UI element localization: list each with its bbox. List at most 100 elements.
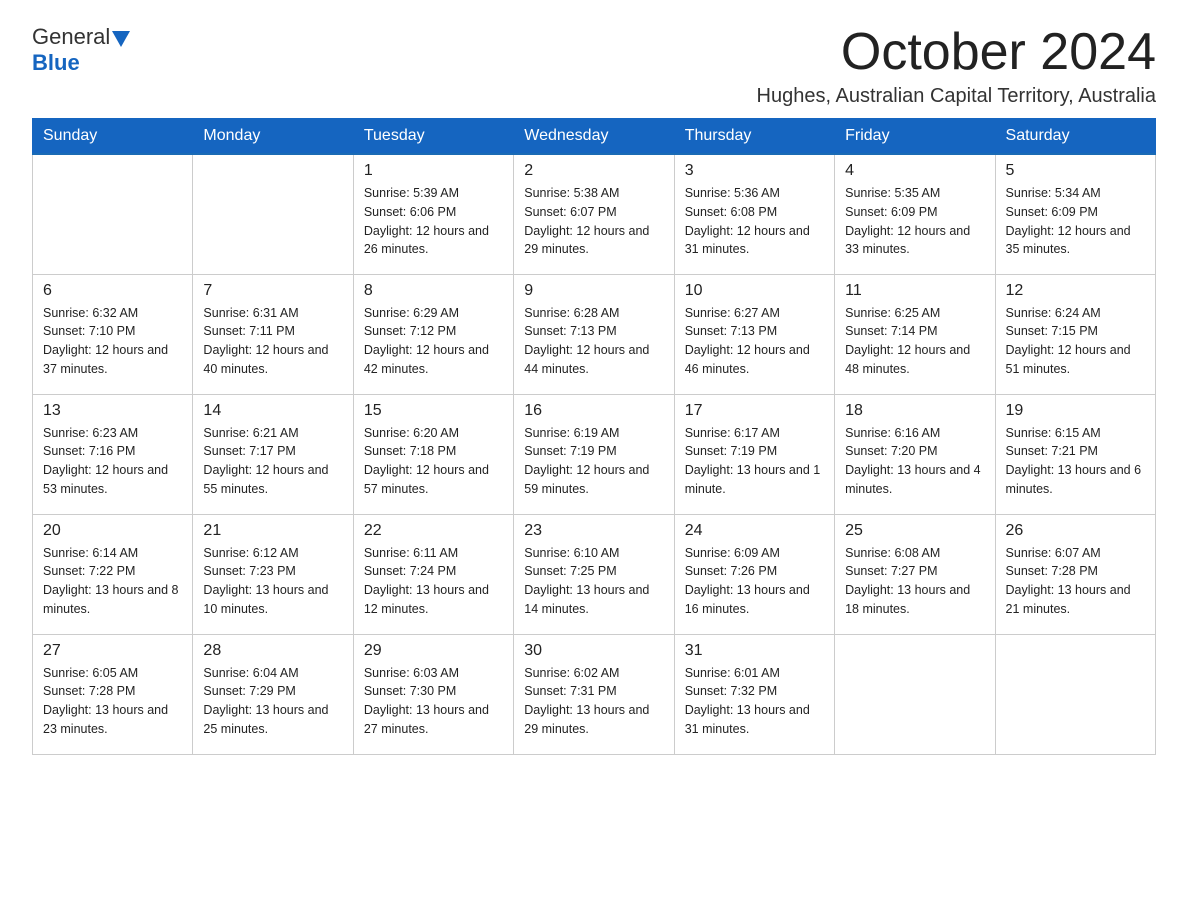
day-number: 15 <box>364 402 503 420</box>
calendar-cell: 23 Sunrise: 6:10 AM Sunset: 7:25 PM Dayli… <box>514 514 674 634</box>
header-friday: Friday <box>835 119 995 155</box>
day-number: 2 <box>524 162 663 180</box>
calendar-table: SundayMondayTuesdayWednesdayThursdayFrid… <box>32 118 1156 755</box>
day-number: 20 <box>43 522 182 540</box>
calendar-cell: 24Sunrise: 6:09 AM Sunset: 7:26 PM Dayli… <box>674 514 834 634</box>
day-number: 24 <box>685 522 824 540</box>
calendar-cell: 30 Sunrise: 6:02 AM Sunset: 7:31 PM Dayli… <box>514 634 674 754</box>
day-info: Sunrise: 6:29 AM Sunset: 7:12 PM Dayligh… <box>364 304 503 379</box>
calendar-cell <box>193 154 353 274</box>
day-number: 23 <box>524 522 663 540</box>
day-info: Sunrise: 6:19 AM Sunset: 7:19 PM Dayligh… <box>524 424 663 499</box>
logo: General Blue <box>32 24 130 76</box>
day-number: 6 <box>43 282 182 300</box>
calendar-cell <box>33 154 193 274</box>
location-title: Hughes, Australian Capital Territory, Au… <box>757 85 1156 108</box>
day-number: 11 <box>845 282 984 300</box>
day-number: 16 <box>524 402 663 420</box>
logo-general-text: General <box>32 24 110 50</box>
day-info: Sunrise: 6:20 AM Sunset: 7:18 PM Dayligh… <box>364 424 503 499</box>
day-number: 18 <box>845 402 984 420</box>
calendar-cell <box>835 634 995 754</box>
calendar-cell: 29Sunrise: 6:03 AM Sunset: 7:30 PM Dayli… <box>353 634 513 754</box>
page-header: General Blue October 2024 Hughes, Austra… <box>32 24 1156 108</box>
calendar-cell: 13Sunrise: 6:23 AM Sunset: 7:16 PM Dayli… <box>33 394 193 514</box>
day-number: 4 <box>845 162 984 180</box>
day-info: Sunrise: 6:31 AM Sunset: 7:11 PM Dayligh… <box>203 304 342 379</box>
day-info: Sunrise: 6:11 AM Sunset: 7:24 PM Dayligh… <box>364 544 503 619</box>
day-number: 8 <box>364 282 503 300</box>
calendar-cell: 5Sunrise: 5:34 AM Sunset: 6:09 PM Daylig… <box>995 154 1155 274</box>
day-info: Sunrise: 6:01 AM Sunset: 7:32 PM Dayligh… <box>685 664 824 739</box>
day-info: Sunrise: 6:05 AM Sunset: 7:28 PM Dayligh… <box>43 664 182 739</box>
day-number: 14 <box>203 402 342 420</box>
calendar-cell: 12 Sunrise: 6:24 AM Sunset: 7:15 PM Dayli… <box>995 274 1155 394</box>
day-number: 1 <box>364 162 503 180</box>
day-info: Sunrise: 6:08 AM Sunset: 7:27 PM Dayligh… <box>845 544 984 619</box>
calendar-week-row: 1Sunrise: 5:39 AM Sunset: 6:06 PM Daylig… <box>33 154 1156 274</box>
calendar-cell: 11Sunrise: 6:25 AM Sunset: 7:14 PM Dayli… <box>835 274 995 394</box>
calendar-week-row: 27 Sunrise: 6:05 AM Sunset: 7:28 PM Dayli… <box>33 634 1156 754</box>
day-number: 30 <box>524 642 663 660</box>
day-number: 10 <box>685 282 824 300</box>
day-info: Sunrise: 6:02 AM Sunset: 7:31 PM Dayligh… <box>524 664 663 739</box>
day-number: 28 <box>203 642 342 660</box>
month-title: October 2024 <box>757 24 1156 81</box>
day-number: 22 <box>364 522 503 540</box>
header-saturday: Saturday <box>995 119 1155 155</box>
calendar-cell <box>995 634 1155 754</box>
day-info: Sunrise: 6:32 AM Sunset: 7:10 PM Dayligh… <box>43 304 182 379</box>
day-number: 31 <box>685 642 824 660</box>
calendar-cell: 16 Sunrise: 6:19 AM Sunset: 7:19 PM Dayli… <box>514 394 674 514</box>
day-number: 13 <box>43 402 182 420</box>
day-number: 17 <box>685 402 824 420</box>
calendar-cell: 9Sunrise: 6:28 AM Sunset: 7:13 PM Daylig… <box>514 274 674 394</box>
day-number: 25 <box>845 522 984 540</box>
day-info: Sunrise: 5:35 AM Sunset: 6:09 PM Dayligh… <box>845 184 984 259</box>
day-info: Sunrise: 6:07 AM Sunset: 7:28 PM Dayligh… <box>1006 544 1145 619</box>
header-monday: Monday <box>193 119 353 155</box>
calendar-cell: 21Sunrise: 6:12 AM Sunset: 7:23 PM Dayli… <box>193 514 353 634</box>
day-info: Sunrise: 6:12 AM Sunset: 7:23 PM Dayligh… <box>203 544 342 619</box>
day-number: 29 <box>364 642 503 660</box>
calendar-cell: 28 Sunrise: 6:04 AM Sunset: 7:29 PM Dayli… <box>193 634 353 754</box>
day-info: Sunrise: 6:24 AM Sunset: 7:15 PM Dayligh… <box>1006 304 1145 379</box>
day-info: Sunrise: 6:10 AM Sunset: 7:25 PM Dayligh… <box>524 544 663 619</box>
day-number: 12 <box>1006 282 1145 300</box>
calendar-cell: 4 Sunrise: 5:35 AM Sunset: 6:09 PM Daylig… <box>835 154 995 274</box>
day-info: Sunrise: 6:28 AM Sunset: 7:13 PM Dayligh… <box>524 304 663 379</box>
calendar-cell: 3 Sunrise: 5:36 AM Sunset: 6:08 PM Daylig… <box>674 154 834 274</box>
logo-blue-text: Blue <box>32 50 80 75</box>
day-info: Sunrise: 6:17 AM Sunset: 7:19 PM Dayligh… <box>685 424 824 499</box>
calendar-cell: 22 Sunrise: 6:11 AM Sunset: 7:24 PM Dayli… <box>353 514 513 634</box>
day-info: Sunrise: 5:36 AM Sunset: 6:08 PM Dayligh… <box>685 184 824 259</box>
calendar-cell: 18 Sunrise: 6:16 AM Sunset: 7:20 PM Dayli… <box>835 394 995 514</box>
header-thursday: Thursday <box>674 119 834 155</box>
day-number: 19 <box>1006 402 1145 420</box>
calendar-cell: 6 Sunrise: 6:32 AM Sunset: 7:10 PM Daylig… <box>33 274 193 394</box>
calendar-week-row: 13Sunrise: 6:23 AM Sunset: 7:16 PM Dayli… <box>33 394 1156 514</box>
header-tuesday: Tuesday <box>353 119 513 155</box>
calendar-cell: 2 Sunrise: 5:38 AM Sunset: 6:07 PM Daylig… <box>514 154 674 274</box>
day-info: Sunrise: 6:21 AM Sunset: 7:17 PM Dayligh… <box>203 424 342 499</box>
calendar-cell: 8 Sunrise: 6:29 AM Sunset: 7:12 PM Daylig… <box>353 274 513 394</box>
calendar-cell: 10 Sunrise: 6:27 AM Sunset: 7:13 PM Dayli… <box>674 274 834 394</box>
header-sunday: Sunday <box>33 119 193 155</box>
day-number: 3 <box>685 162 824 180</box>
day-info: Sunrise: 6:27 AM Sunset: 7:13 PM Dayligh… <box>685 304 824 379</box>
day-info: Sunrise: 5:34 AM Sunset: 6:09 PM Dayligh… <box>1006 184 1145 259</box>
calendar-cell: 17 Sunrise: 6:17 AM Sunset: 7:19 PM Dayli… <box>674 394 834 514</box>
calendar-cell: 26Sunrise: 6:07 AM Sunset: 7:28 PM Dayli… <box>995 514 1155 634</box>
calendar-cell: 20 Sunrise: 6:14 AM Sunset: 7:22 PM Dayli… <box>33 514 193 634</box>
day-info: Sunrise: 6:04 AM Sunset: 7:29 PM Dayligh… <box>203 664 342 739</box>
day-info: Sunrise: 6:16 AM Sunset: 7:20 PM Dayligh… <box>845 424 984 499</box>
day-number: 27 <box>43 642 182 660</box>
day-info: Sunrise: 5:38 AM Sunset: 6:07 PM Dayligh… <box>524 184 663 259</box>
calendar-cell: 25 Sunrise: 6:08 AM Sunset: 7:27 PM Dayli… <box>835 514 995 634</box>
day-info: Sunrise: 6:14 AM Sunset: 7:22 PM Dayligh… <box>43 544 182 619</box>
calendar-cell: 19 Sunrise: 6:15 AM Sunset: 7:21 PM Dayli… <box>995 394 1155 514</box>
day-number: 7 <box>203 282 342 300</box>
calendar-cell: 15 Sunrise: 6:20 AM Sunset: 7:18 PM Dayli… <box>353 394 513 514</box>
day-info: Sunrise: 6:15 AM Sunset: 7:21 PM Dayligh… <box>1006 424 1145 499</box>
calendar-cell: 7 Sunrise: 6:31 AM Sunset: 7:11 PM Daylig… <box>193 274 353 394</box>
